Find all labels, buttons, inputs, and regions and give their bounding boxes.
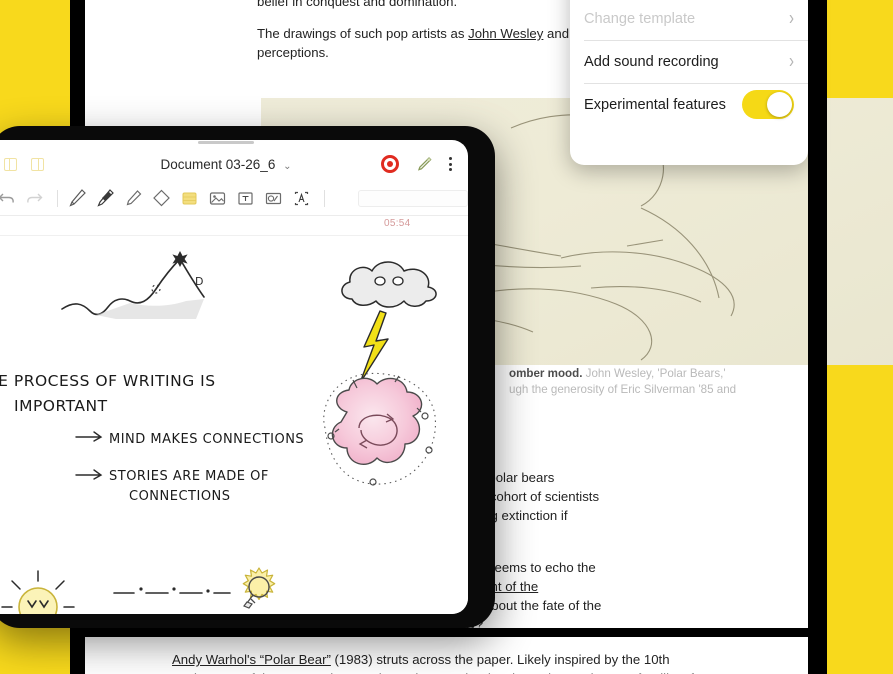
handwriting-title-line1: THE PROCESS OF WRITING IS [0, 372, 216, 390]
mountain-sketch-icon: D [61, 251, 205, 319]
canvas-top-rule [0, 235, 468, 236]
menu-item-label: Experimental features [584, 96, 726, 113]
sun-face-drawing-icon [1, 570, 75, 614]
search-input[interactable] [358, 190, 468, 207]
select-text-icon[interactable] [289, 186, 314, 211]
color-swatch-icon[interactable] [177, 186, 202, 211]
toggle-knob-icon [767, 92, 792, 117]
experimental-features-toggle[interactable] [742, 90, 794, 119]
screenshot-root: belief in conquest and domination. The d… [0, 0, 893, 674]
menu-item-change-template: Change template › [570, 0, 808, 40]
lightbulb-icon [242, 567, 276, 609]
tablet-device: Document 03-26_6 ⌄ 05:54 D E PROCESS OF … [0, 126, 495, 628]
dashed-connector-icon [113, 587, 231, 594]
undo-icon[interactable] [0, 186, 19, 211]
article-page-next: Andy Warhol's “Polar Bear” (1983) struts… [85, 637, 808, 674]
insert-image-icon[interactable] [205, 186, 230, 211]
intro-text-3: perceptions. [257, 45, 329, 60]
handwriting-title-line2: IMPORTANT [14, 397, 108, 415]
menu-item-label: Change template [584, 10, 696, 27]
text-box-icon[interactable] [233, 186, 258, 211]
link-warhol-polar-bear[interactable]: Andy Warhol's “Polar Bear” [172, 652, 331, 667]
app-tool-bar [0, 182, 468, 216]
highlighter-tool-icon[interactable] [121, 186, 146, 211]
timestamp-badge: 05:54 [384, 218, 411, 229]
app-top-bar: Document 03-26_6 ⌄ [0, 146, 468, 182]
pink-brain-cloud-icon [323, 372, 437, 486]
handwriting-bullet-2-line2: CONNECTIONS [129, 489, 231, 504]
pen-tool-icon[interactable] [65, 186, 90, 211]
caption-rest-text: John Wesley, 'Polar Bears,' [582, 367, 726, 380]
redo-icon[interactable] [22, 186, 47, 211]
menu-item-label: Add sound recording [584, 53, 719, 70]
body3-rest: (1983) struts across the paper. Likely i… [330, 652, 670, 667]
record-icon[interactable] [381, 155, 399, 173]
menu-item-experimental-features[interactable]: Experimental features [570, 83, 808, 126]
document-title-text: Document 03-26_6 [160, 156, 276, 172]
svg-text:D: D [195, 275, 203, 288]
intro-text-2: and [543, 26, 572, 41]
handwriting-bullet-2-line1: STORIES ARE MADE OF [109, 469, 269, 484]
options-popup-menu: Save as PDF and share › Change template … [570, 0, 808, 165]
eraser-tool-icon[interactable] [149, 186, 174, 211]
link-john-wesley[interactable]: John Wesley [468, 26, 543, 41]
arrow-right-icon-1 [75, 431, 103, 442]
arrow-right-icon-2 [75, 469, 103, 480]
image-caption: omber mood. John Wesley, 'Polar Bears,' … [509, 366, 893, 398]
toolbar-divider-2 [324, 190, 325, 207]
chevron-down-icon: ⌄ [283, 160, 292, 172]
chevron-right-icon: › [789, 7, 794, 30]
caption-bold-text: omber mood. [509, 367, 583, 380]
tablet-screen: Document 03-26_6 ⌄ 05:54 D E PROCESS OF … [0, 140, 468, 614]
chevron-right-icon: › [789, 50, 794, 73]
menu-item-add-sound-recording[interactable]: Add sound recording › [570, 40, 808, 83]
shape-icon[interactable] [261, 186, 286, 211]
caption-second-line: ugh the generosity of Eric Silverman '85… [509, 383, 737, 396]
intro-text-1: The drawings of such pop artists as [257, 26, 469, 41]
toolbar-divider [57, 190, 58, 207]
page-right-margin [808, 0, 827, 674]
marker-tool-icon[interactable] [93, 186, 118, 211]
note-canvas[interactable]: 05:54 D THE PROCESS OF WRITING IS IMPORT… [0, 217, 468, 614]
handwriting-bullet-1: MIND MAKES CONNECTIONS [109, 432, 305, 447]
pen-icon[interactable] [416, 156, 432, 172]
article-body-paragraph-3: Andy Warhol's “Polar Bear” (1983) struts… [172, 650, 812, 674]
drag-handle[interactable] [198, 141, 254, 144]
cloud-face-drawing-icon [341, 261, 437, 308]
